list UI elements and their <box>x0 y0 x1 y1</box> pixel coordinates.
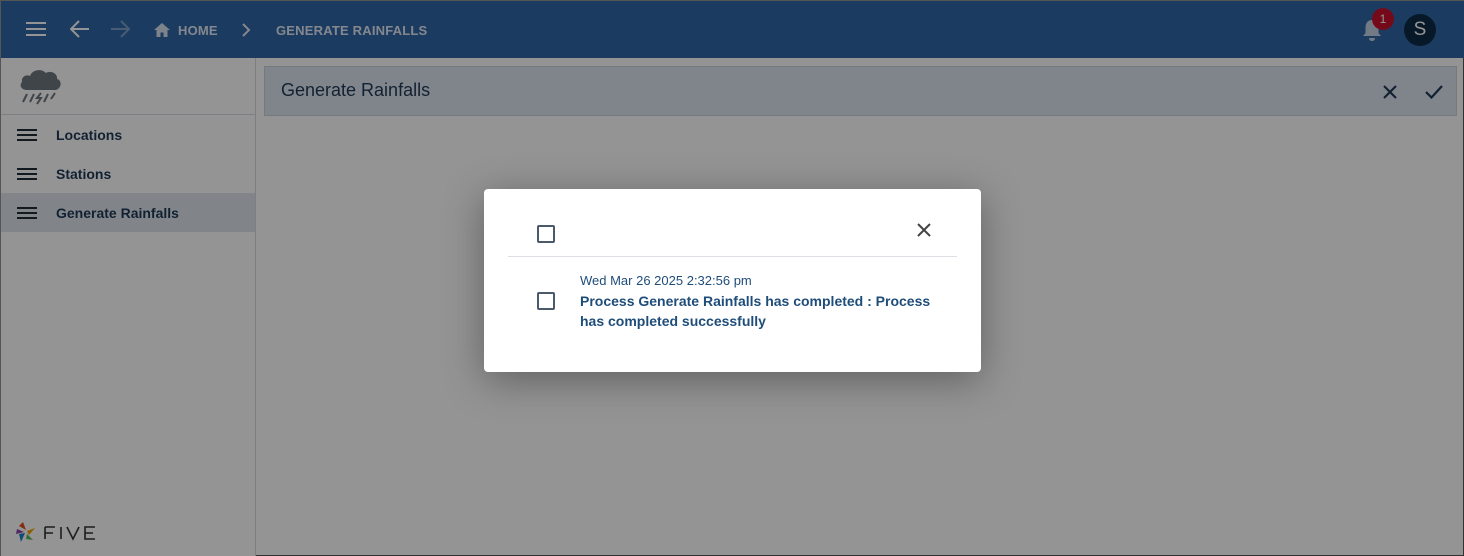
notifications-dialog: Wed Mar 26 2025 2:32:56 pm Process Gener… <box>484 189 981 372</box>
select-all-checkbox[interactable] <box>537 225 555 243</box>
notification-timestamp: Wed Mar 26 2025 2:32:56 pm <box>580 273 752 288</box>
notification-message: Process Generate Rainfalls has completed… <box>580 293 931 329</box>
notification-checkbox[interactable] <box>537 292 555 310</box>
app-frame: HOME GENERATE RAINFALLS 1 S Locations St… <box>0 0 1464 556</box>
close-icon <box>917 223 931 237</box>
close-dialog-button[interactable] <box>912 218 936 242</box>
dialog-divider <box>508 256 957 257</box>
